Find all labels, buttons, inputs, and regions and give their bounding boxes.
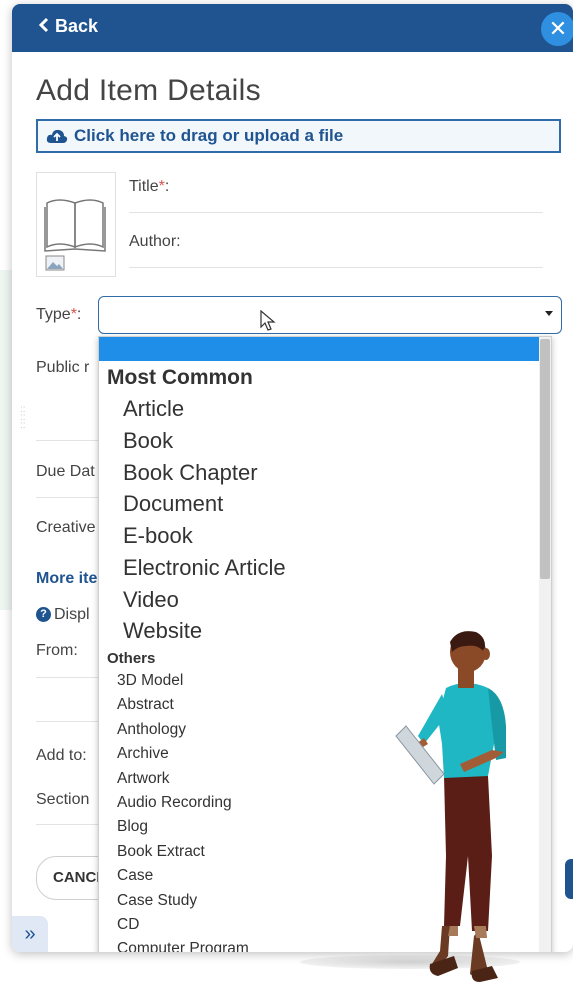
- section-label: Section: [36, 791, 90, 808]
- more-item-details-link[interactable]: More ite: [36, 570, 97, 588]
- caret-down-icon: [545, 311, 553, 316]
- expand-sidebar-button[interactable]: »: [12, 916, 48, 952]
- dropdown-option[interactable]: Article: [99, 393, 551, 425]
- divider: [36, 497, 106, 498]
- item-thumbnail[interactable]: [36, 172, 116, 277]
- chevron-left-icon: [38, 17, 49, 36]
- add-to-label: Add to:: [36, 747, 87, 764]
- double-chevron-icon: »: [24, 923, 36, 945]
- type-field-label: Type*:: [36, 306, 82, 323]
- back-label: Back: [55, 16, 99, 36]
- person-with-tablet-illustration: [395, 631, 506, 982]
- divider: [36, 721, 106, 722]
- from-date-label: From:: [36, 642, 78, 659]
- dropdown-selected-blank-option[interactable]: [99, 337, 551, 361]
- creative-commons-label: Creative: [36, 519, 96, 536]
- divider: [36, 677, 106, 678]
- common-items-list: Article Book Book Chapter Document E-boo…: [99, 393, 551, 647]
- book-icon: [44, 199, 106, 252]
- title-field-label: Title*:: [129, 178, 170, 195]
- drag-handle-icon[interactable]: :: :: ::: [20, 405, 26, 431]
- divider: [36, 824, 106, 825]
- image-icon: [45, 255, 65, 271]
- dropdown-option[interactable]: E-book: [99, 520, 551, 552]
- display-dates-label: ? Displ: [36, 606, 90, 624]
- top-bar: Back ✕: [12, 4, 573, 52]
- save-button[interactable]: [565, 859, 573, 899]
- dropdown-option[interactable]: Book Chapter: [99, 457, 551, 489]
- mouse-cursor-icon: [260, 310, 276, 331]
- due-date-label: Due Dat: [36, 463, 95, 480]
- type-select[interactable]: [98, 296, 562, 334]
- help-icon[interactable]: ?: [36, 607, 51, 623]
- author-field-line: [129, 267, 543, 268]
- upload-label: Click here to drag or upload a file: [74, 126, 344, 145]
- dropdown-group-most-common: Most Common: [107, 366, 253, 389]
- page-title: Add Item Details: [36, 74, 261, 107]
- back-button[interactable]: Back: [38, 16, 98, 37]
- upload-file-button[interactable]: Click here to drag or upload a file: [36, 119, 561, 153]
- dropdown-option[interactable]: Book: [99, 425, 551, 457]
- scrollbar-thumb[interactable]: [540, 339, 550, 579]
- title-field-line: [129, 212, 543, 213]
- dropdown-option[interactable]: Electronic Article: [99, 552, 551, 584]
- close-button[interactable]: ✕: [541, 12, 573, 46]
- cloud-upload-icon: [46, 128, 68, 144]
- public-note-label: Public r: [36, 359, 90, 376]
- close-icon: ✕: [548, 16, 568, 41]
- dropdown-scrollbar[interactable]: [539, 337, 551, 952]
- dropdown-option[interactable]: Document: [99, 488, 551, 520]
- dropdown-option[interactable]: Video: [99, 584, 551, 616]
- author-field-label: Author:: [129, 233, 181, 250]
- divider: [36, 440, 106, 441]
